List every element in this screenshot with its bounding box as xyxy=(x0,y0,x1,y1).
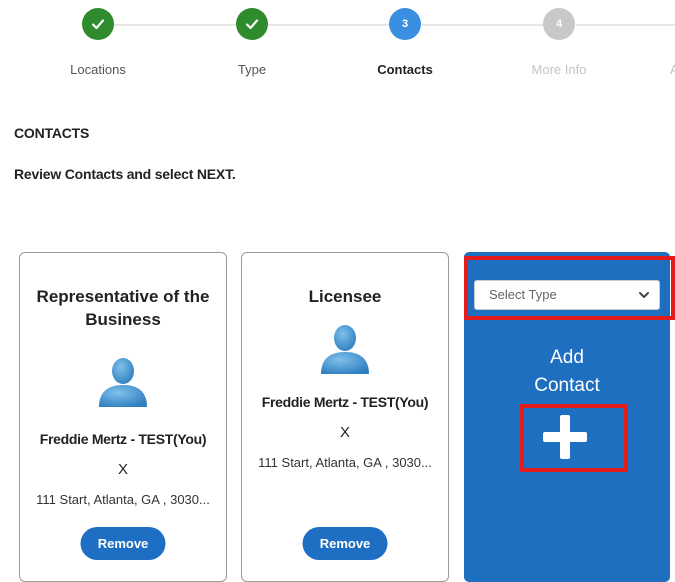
section-title: CONTACTS xyxy=(14,125,90,141)
user-avatar-icon xyxy=(95,353,151,409)
chevron-down-icon xyxy=(637,288,651,302)
contact-role: Licensee xyxy=(308,287,382,306)
step-label: More Info xyxy=(531,62,587,77)
contact-type-select[interactable]: Select Type xyxy=(474,280,660,310)
contact-x: X xyxy=(117,461,128,478)
contact-name: Freddie Mertz - TEST(You) xyxy=(39,431,207,447)
contact-address: 111 Start, Atlanta, GA , 3030... xyxy=(36,492,210,507)
step-label: Type xyxy=(237,62,267,77)
add-contact-label: Add Contact xyxy=(464,344,670,400)
contact-x: X xyxy=(339,424,350,441)
add-contact-card: Select Type Add Contact xyxy=(464,252,670,582)
progress-stepper: Locations Type 3 Contacts 4 More Info A xyxy=(0,0,675,90)
add-label-line2: Contact xyxy=(534,375,600,396)
plus-icon[interactable] xyxy=(526,407,604,467)
instructions-text: Review Contacts and select NEXT. xyxy=(14,166,236,182)
step-type[interactable]: Type xyxy=(192,8,312,77)
user-avatar-icon xyxy=(317,320,373,376)
contact-card-representative: Representative of the Business Freddie M… xyxy=(19,252,227,582)
step-locations[interactable]: Locations xyxy=(38,8,158,77)
add-label-line1: Add xyxy=(550,347,584,368)
step-label: Locations xyxy=(70,62,126,77)
step-contacts: 3 Contacts xyxy=(345,8,465,77)
remove-button[interactable]: Remove xyxy=(80,527,166,560)
contact-name: Freddie Mertz - TEST(You) xyxy=(261,394,429,410)
remove-button[interactable]: Remove xyxy=(302,527,388,560)
step-more-info: 4 More Info xyxy=(499,8,619,77)
select-placeholder: Select Type xyxy=(489,287,557,302)
step-label-partial: A xyxy=(670,62,675,77)
step-number: 3 xyxy=(389,8,421,40)
contact-role: Representative of the Business xyxy=(36,287,210,329)
contact-card-licensee: Licensee Freddie Mertz - TEST(You) X 111… xyxy=(241,252,449,582)
check-icon xyxy=(82,8,114,40)
check-icon xyxy=(236,8,268,40)
step-number: 4 xyxy=(543,8,575,40)
step-label: Contacts xyxy=(377,62,433,77)
contact-address: 111 Start, Atlanta, GA , 3030... xyxy=(258,455,432,470)
